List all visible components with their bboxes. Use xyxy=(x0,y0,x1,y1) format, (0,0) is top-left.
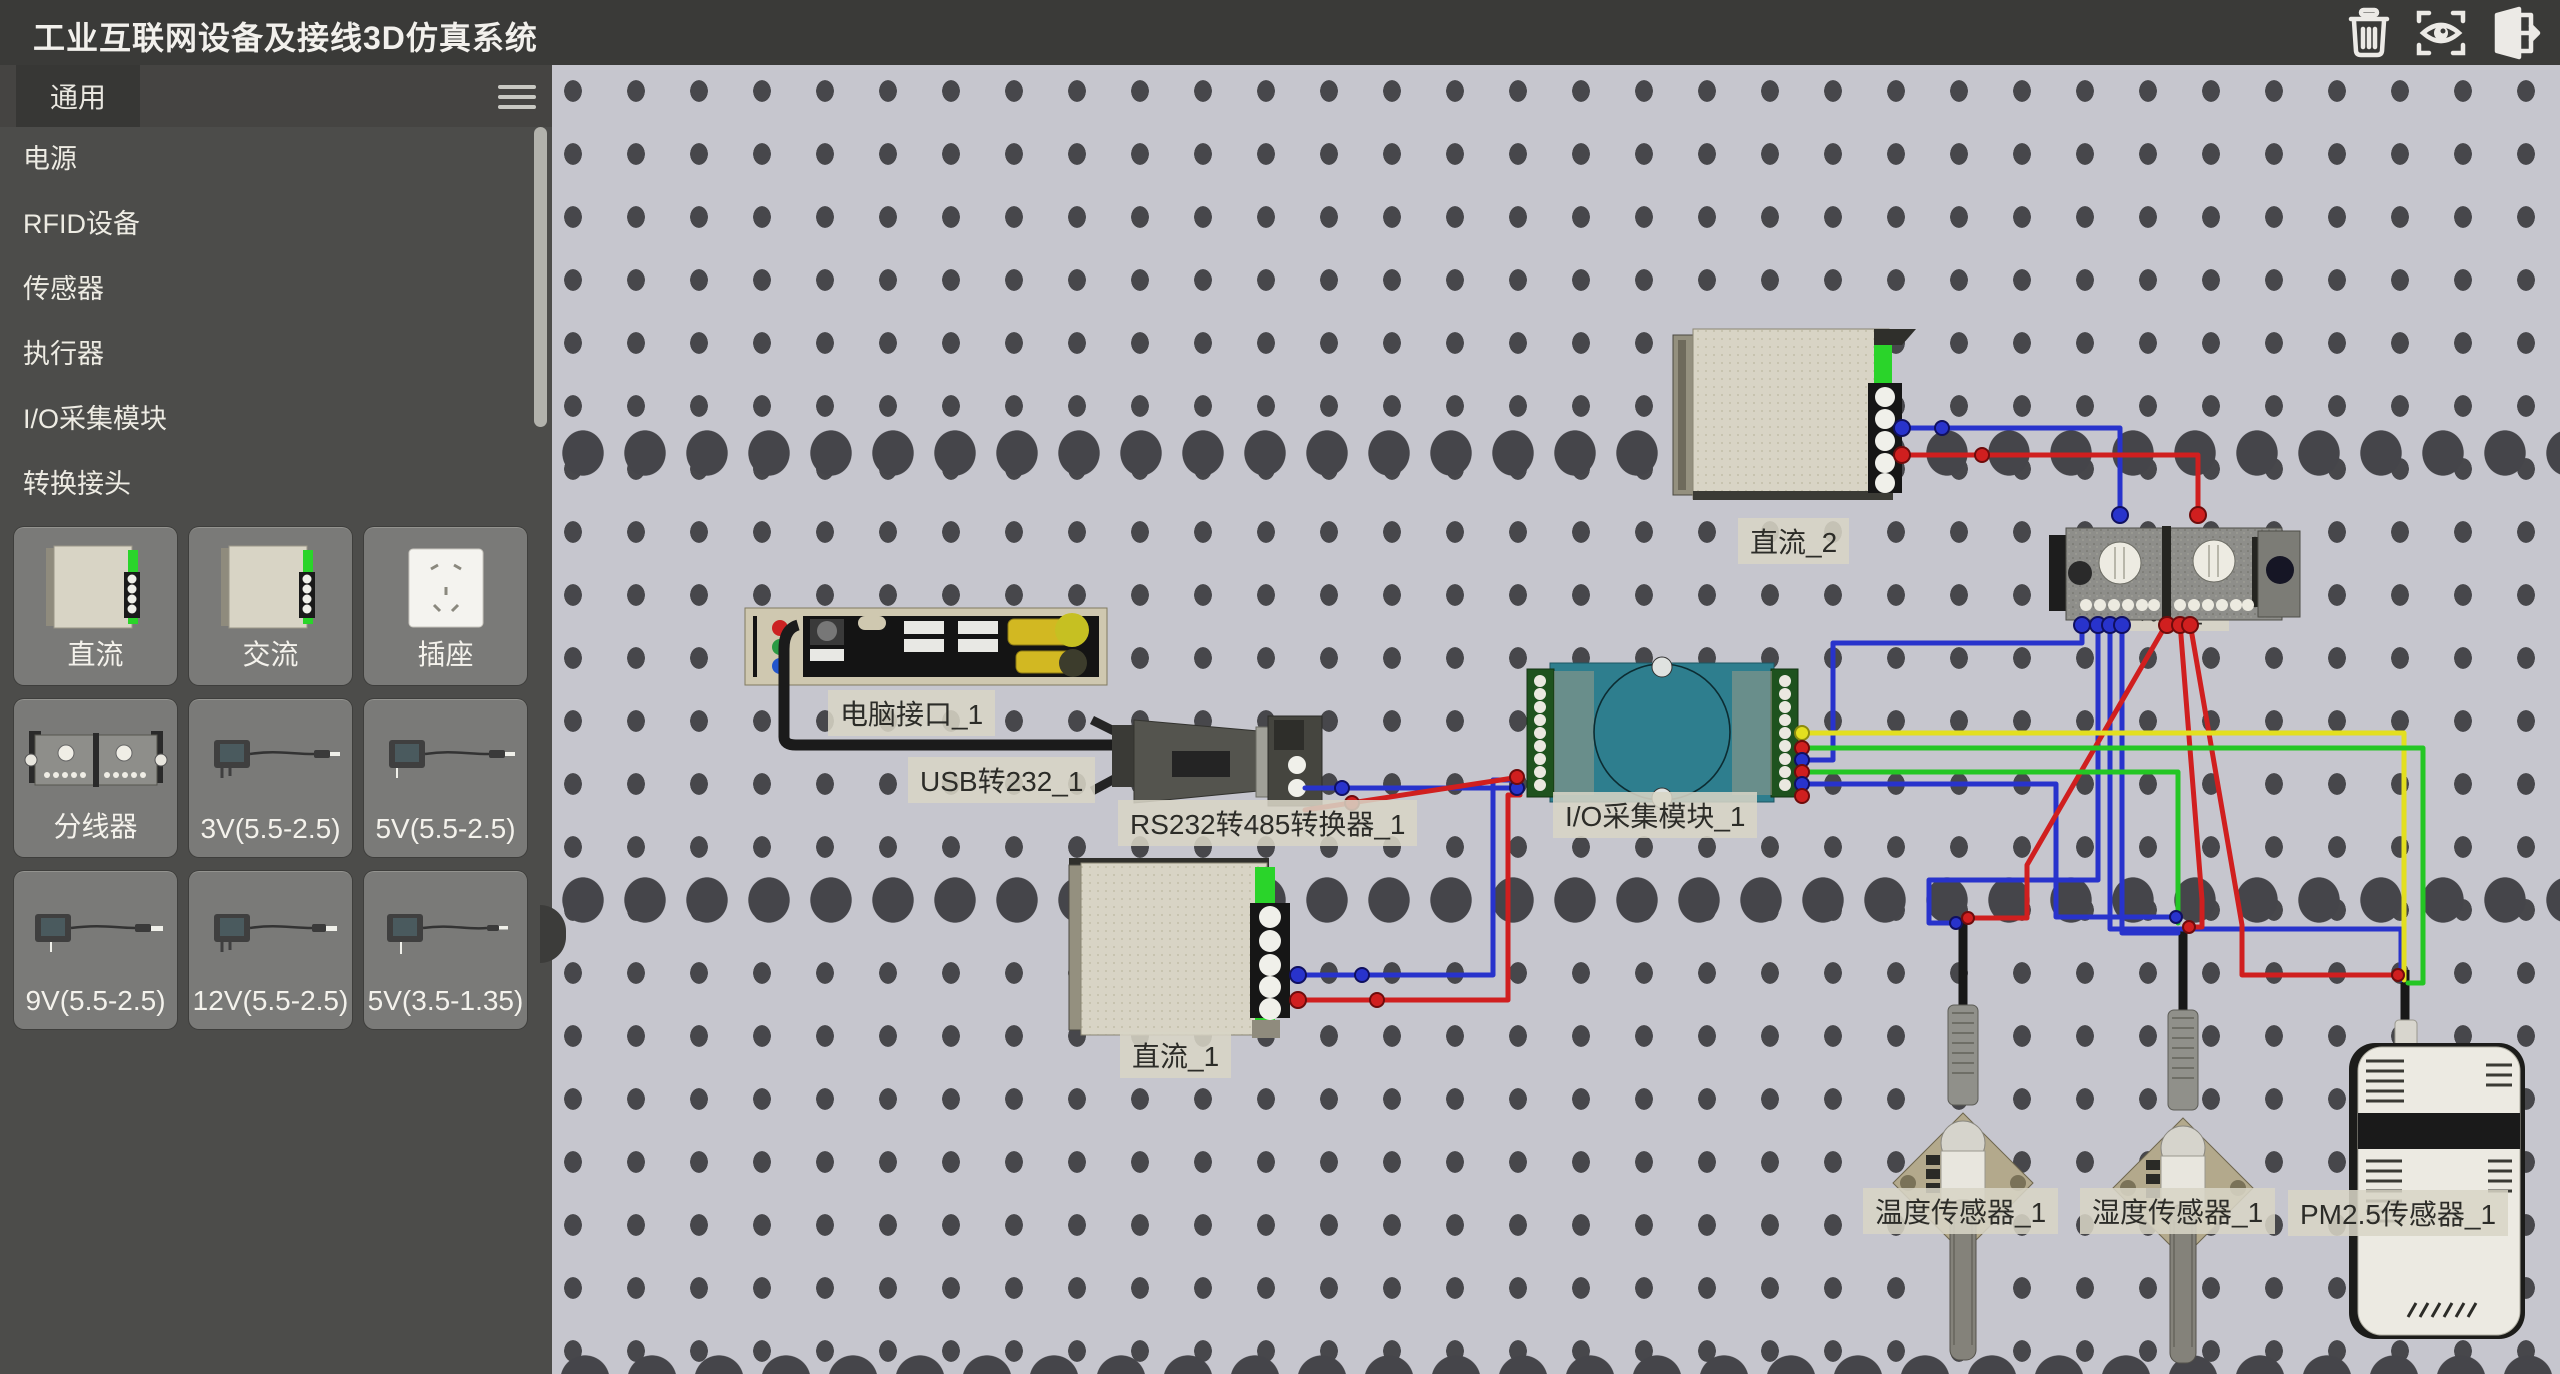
palette-item-splitter[interactable]: 分线器 xyxy=(14,699,177,857)
device-label-io: I/O采集模块_1 xyxy=(1553,792,1757,838)
dc-power-icon xyxy=(14,536,177,640)
device-label-hum: 湿度传感器_1 xyxy=(2080,1188,2275,1234)
trash-icon[interactable] xyxy=(2340,5,2398,61)
palette-item-12v[interactable]: 12V(5.5-2.5) xyxy=(189,871,352,1029)
category-menu: 电源 RFID设备 传感器 执行器 I/O采集模块 转换接头 xyxy=(0,127,552,517)
device-pm25-sensor[interactable] xyxy=(2349,1020,2525,1339)
palette-label: 12V(5.5-2.5) xyxy=(189,985,352,1017)
menu-item-rfid[interactable]: RFID设备 xyxy=(0,192,552,257)
menu-scrollbar[interactable] xyxy=(534,127,547,521)
tab-strip: 通用 xyxy=(0,65,552,127)
tab-general[interactable]: 通用 xyxy=(16,65,140,127)
power-adapter-icon xyxy=(14,880,177,984)
power-adapter-icon xyxy=(189,708,352,812)
title-bar: 工业互联网设备及接线3D仿真系统 xyxy=(0,0,2560,65)
component-palette: 直流 交流 xyxy=(14,527,538,1029)
palette-label: 5V(5.5-2.5) xyxy=(364,813,527,845)
power-adapter-icon xyxy=(364,708,527,812)
menu-item-actuator[interactable]: 执行器 xyxy=(0,322,552,387)
device-label-pm25: PM2.5传感器_1 xyxy=(2288,1190,2508,1236)
menu-item-adapter[interactable]: 转换接头 xyxy=(0,452,552,517)
palette-label: 分线器 xyxy=(14,805,177,845)
device-label-rs485: RS232转485转换器_1 xyxy=(1118,800,1417,846)
power-adapter-icon xyxy=(364,880,527,984)
palette-label: 3V(5.5-2.5) xyxy=(189,813,352,845)
wire-blue-splitter-right[interactable] xyxy=(2110,623,2401,980)
wire-red-dc2-splitter[interactable] xyxy=(1898,455,2198,517)
palette-item-5v-small[interactable]: 5V(3.5-1.35) xyxy=(364,871,527,1029)
palette-label: 5V(3.5-1.35) xyxy=(364,985,527,1017)
device-splitter[interactable] xyxy=(2049,526,2300,620)
wire-blue-dc2-splitter[interactable] xyxy=(1898,428,2120,517)
workspace-canvas[interactable]: 分线器_1 xyxy=(552,65,2560,1374)
device-label-pc: 电脑接口_1 xyxy=(828,690,995,736)
palette-label: 插座 xyxy=(364,633,527,673)
palette-item-5v[interactable]: 5V(5.5-2.5) xyxy=(364,699,527,857)
menu-item-power[interactable]: 电源 xyxy=(0,127,552,192)
device-label-usb232: USB转232_1 xyxy=(908,757,1095,803)
device-label-dc2: 直流_2 xyxy=(1738,518,1849,564)
power-adapter-icon xyxy=(189,880,352,984)
wire-blue-splitter-io[interactable] xyxy=(1802,623,2082,760)
wall-socket-icon xyxy=(364,536,527,640)
view-focus-icon[interactable] xyxy=(2412,5,2470,61)
device-io[interactable] xyxy=(1527,657,1798,808)
device-label-dc1: 直流_1 xyxy=(1120,1032,1231,1078)
device-rs485[interactable] xyxy=(1092,716,1322,806)
component-sidebar: 通用 电源 RFID设备 传感器 执行器 I/O采集模块 转换接头 xyxy=(0,65,552,1374)
wire-connectors xyxy=(1290,420,2404,1008)
palette-label: 交流 xyxy=(189,633,352,673)
menu-icon[interactable] xyxy=(498,85,536,109)
ac-power-icon xyxy=(189,536,352,640)
device-temp-sensor[interactable] xyxy=(1893,1005,2033,1360)
palette-label: 直流 xyxy=(14,633,177,673)
palette-item-ac[interactable]: 交流 xyxy=(189,527,352,685)
wire-blue-splitter-hum[interactable] xyxy=(2122,623,2178,933)
palette-item-9v[interactable]: 9V(5.5-2.5) xyxy=(14,871,177,1029)
splitter-icon xyxy=(14,708,177,812)
device-label-temp: 温度传感器_1 xyxy=(1863,1188,2058,1234)
palette-item-dc[interactable]: 直流 xyxy=(14,527,177,685)
device-dc1[interactable] xyxy=(1069,858,1290,1038)
palette-label: 9V(5.5-2.5) xyxy=(14,985,177,1017)
exit-icon[interactable] xyxy=(2484,5,2542,61)
device-hum-sensor[interactable] xyxy=(2113,1010,2253,1363)
menu-item-io[interactable]: I/O采集模块 xyxy=(0,387,552,452)
app-title: 工业互联网设备及接线3D仿真系统 xyxy=(33,13,538,59)
app-window: 工业互联网设备及接线3D仿真系统 xyxy=(0,0,2560,1374)
wire-red-splitter-pm25[interactable] xyxy=(2190,623,2398,975)
menu-item-sensor[interactable]: 传感器 xyxy=(0,257,552,322)
palette-item-3v[interactable]: 3V(5.5-2.5) xyxy=(189,699,352,857)
palette-item-socket[interactable]: 插座 xyxy=(364,527,527,685)
device-dc2[interactable] xyxy=(1673,329,1916,500)
